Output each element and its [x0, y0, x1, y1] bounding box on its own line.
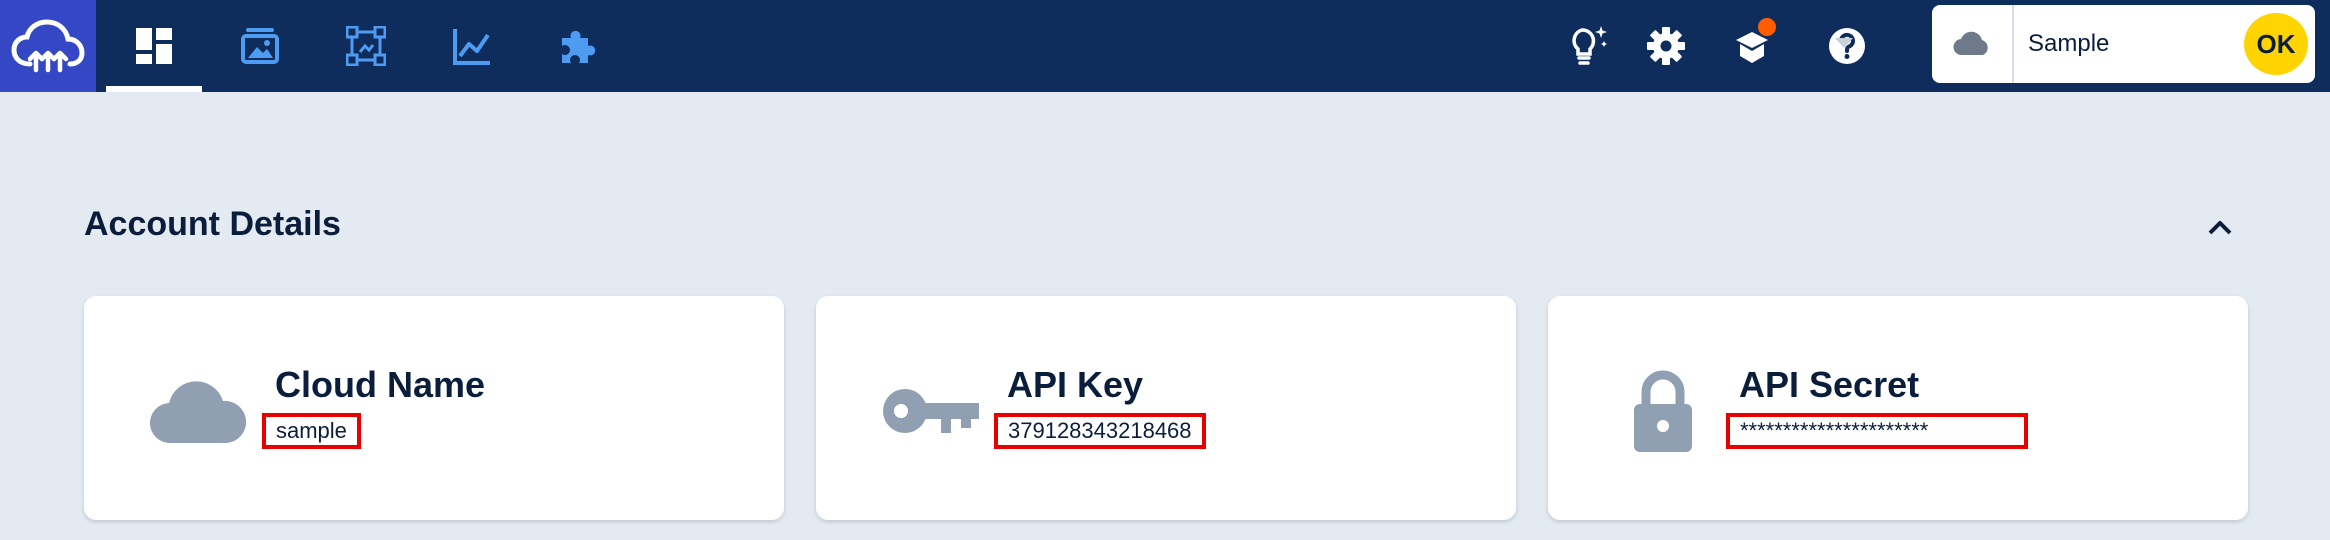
cloud-icon — [144, 366, 254, 456]
cloud-name-value: sample — [262, 413, 361, 449]
whats-new-button[interactable] — [1555, 0, 1619, 92]
nav-addons[interactable] — [530, 0, 626, 92]
card-title: API Secret — [1739, 364, 1920, 405]
transformations-icon — [346, 26, 386, 66]
nav-transformations[interactable] — [318, 0, 414, 92]
api-key-card: API Key 379128343218468 — [816, 296, 1516, 520]
addons-icon — [562, 30, 596, 64]
dashboard-icon — [136, 28, 172, 64]
notification-badge — [1756, 16, 1778, 38]
reports-icon — [453, 29, 490, 65]
settings-button[interactable] — [1634, 0, 1698, 92]
settings-icon — [1647, 27, 1685, 65]
cloud-icon — [1932, 5, 2014, 83]
card-title: Cloud Name — [275, 364, 486, 405]
whats-new-icon — [1572, 26, 1607, 65]
nav-dashboard[interactable] — [106, 0, 202, 92]
nav-reports[interactable] — [424, 0, 520, 92]
top-navigation-bar: Sample OK — [0, 0, 2330, 92]
chevron-down-icon[interactable] — [1835, 38, 1853, 48]
media-library-icon — [241, 28, 279, 64]
chevron-up-icon — [2208, 221, 2232, 235]
api-secret-value: ********************** — [1726, 413, 2028, 449]
lock-icon — [1608, 366, 1718, 456]
cloudinary-logo-icon[interactable] — [0, 0, 96, 92]
cloud-name-card: Cloud Name sample — [84, 296, 784, 520]
avatar[interactable]: OK — [2244, 13, 2308, 75]
nav-media-library[interactable] — [212, 0, 308, 92]
section-title: Account Details — [84, 205, 341, 243]
account-cloud-name: Sample — [2028, 30, 2110, 57]
api-secret-card: API Secret ********************** — [1548, 296, 2248, 520]
key-icon — [876, 366, 986, 456]
collapse-button[interactable] — [2205, 212, 2235, 242]
card-title: API Key — [1007, 364, 1144, 405]
account-switcher[interactable]: Sample OK — [1932, 5, 2315, 83]
api-key-value: 379128343218468 — [994, 413, 1206, 449]
academy-button[interactable] — [1720, 0, 1784, 92]
